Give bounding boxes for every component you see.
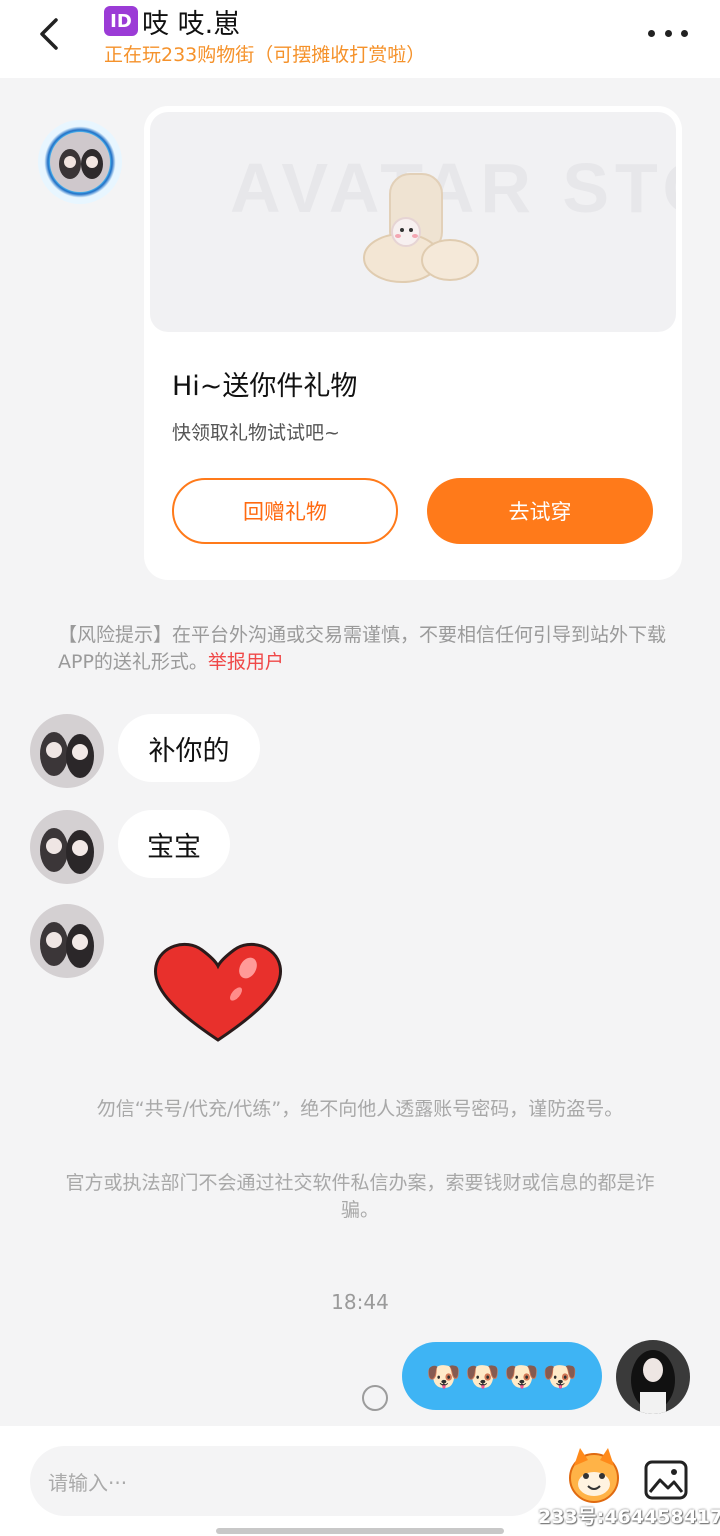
message-timestamp: 18:44	[331, 1290, 389, 1314]
chat-header: ID 吱 吱.崽 正在玩233购物街（可摆摊收打赏啦）	[0, 0, 720, 78]
message-input[interactable]: 请输入···	[30, 1446, 546, 1516]
avatar-image	[50, 132, 110, 192]
message-text: 宝宝	[147, 831, 201, 863]
dog-emoji: 🐶	[542, 1359, 578, 1393]
safety-notice: 勿信“共号/代充/代练”，绝不向他人透露账号密码，谨防盗号。	[96, 1098, 624, 1120]
home-indicator[interactable]	[216, 1528, 504, 1534]
dog-emoji: 🐶	[465, 1359, 500, 1393]
mascot-emoji-button[interactable]	[566, 1444, 622, 1504]
report-user-link[interactable]: 举报用户	[208, 651, 284, 673]
dot-icon	[681, 29, 688, 37]
dog-emoji: 🐶	[504, 1359, 539, 1393]
risk-notice-text: 【风险提示】在平台外沟通或交易需谨慎，不要相信任何引导到站外下载APP的送礼形式…	[58, 624, 667, 673]
dot-icon	[664, 29, 672, 37]
contact-name: 吱 吱.崽	[142, 8, 241, 40]
dot-icon	[648, 29, 655, 37]
my-message-bubble[interactable]: 🐶 🐶 🐶 🐶	[402, 1342, 602, 1410]
avatar-image	[30, 904, 104, 978]
contact-avatar[interactable]	[30, 904, 104, 978]
sender-avatar-frame[interactable]	[38, 120, 122, 204]
avatar-image	[616, 1340, 690, 1414]
avatar-image	[30, 810, 104, 884]
avatar-image	[30, 714, 104, 788]
store-watermark: AVATAR STORE	[230, 149, 676, 227]
try-on-button[interactable]: 去试穿	[427, 478, 653, 544]
risk-notice: 【风险提示】在平台外沟通或交易需谨慎，不要相信任何引导到站外下载APP的送礼形式…	[58, 622, 678, 676]
message-text: 补你的	[148, 735, 230, 767]
safety-notice: 官方或执法部门不会通过社交软件私信办案，索要钱财或信息的都是诈骗。	[65, 1172, 655, 1221]
message-bubble[interactable]: 宝宝	[118, 810, 230, 878]
chat-title: ID 吱 吱.崽	[104, 4, 241, 40]
image-icon[interactable]	[644, 1460, 688, 1500]
message-bubble[interactable]: 补你的	[118, 714, 260, 782]
account-watermark: 233号:464458417	[538, 1506, 720, 1528]
playing-status[interactable]: 正在玩233购物街（可摆摊收打赏啦）	[104, 40, 425, 67]
gift-preview-illustration: AVATAR STORE	[230, 149, 676, 283]
red-heart-sticker[interactable]	[150, 938, 286, 1046]
gift-card[interactable]: AVATAR STORE Hi~送你件礼物 快领取礼物试试吧~ 回赠礼物 去试穿	[144, 106, 682, 580]
return-gift-button[interactable]: 回赠礼物	[172, 478, 398, 544]
dog-emoji: 🐶	[426, 1359, 462, 1393]
gift-subtitle: 快领取礼物试试吧~	[172, 422, 340, 444]
chevron-left-icon	[40, 18, 58, 50]
gift-title: Hi~送你件礼物	[172, 371, 358, 402]
my-avatar[interactable]	[616, 1340, 690, 1414]
back-button[interactable]	[30, 14, 70, 54]
contact-avatar[interactable]	[30, 810, 104, 884]
send-status-icon	[362, 1385, 388, 1411]
id-badge-icon: ID	[104, 6, 138, 36]
contact-avatar[interactable]	[30, 714, 104, 788]
gift-image: AVATAR STORE	[150, 112, 676, 332]
more-options-button[interactable]	[648, 20, 688, 46]
